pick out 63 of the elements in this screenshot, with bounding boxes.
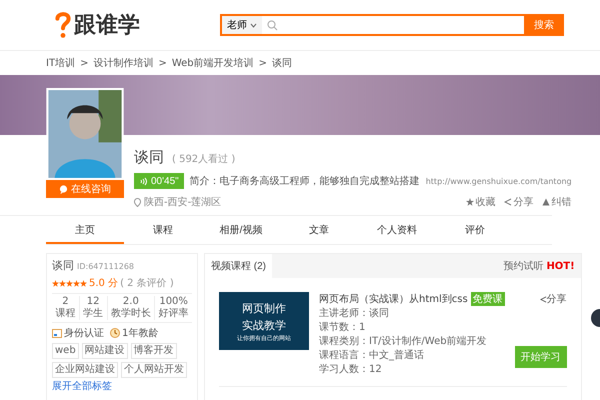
nav-tab[interactable]: 主页 — [46, 218, 124, 244]
id-card-icon — [52, 328, 62, 338]
stat-value: 12 — [86, 296, 100, 308]
breadcrumb-link[interactable]: 设计制作培训 — [93, 56, 154, 70]
clock-icon — [110, 328, 120, 338]
nav-tab[interactable]: 课程 — [124, 218, 202, 244]
course-title[interactable]: 网页布局（实战课）从html到css — [319, 292, 468, 306]
expand-tags-link[interactable]: 展开全部标签 — [52, 381, 192, 393]
nav-tab[interactable]: 文章 — [280, 218, 358, 244]
breadcrumb-separator: > — [158, 58, 167, 68]
action-link[interactable]: 收藏 — [466, 195, 496, 209]
warning-icon — [542, 198, 550, 206]
trial-link[interactable]: 预约试听 HOT! — [503, 259, 581, 273]
tag[interactable]: 博客开发 — [130, 343, 177, 359]
breadcrumb-link[interactable]: IT培训 — [46, 56, 76, 70]
action-link[interactable]: 分享 — [504, 195, 534, 209]
course-detail: 课程语言：中文_普通话 — [319, 350, 425, 362]
badge-label: 1年教龄 — [122, 326, 158, 340]
profile-url[interactable]: http://www.genshuixue.com/tantong — [426, 176, 572, 186]
stat-label: 教学时长 — [110, 308, 151, 320]
profile-name: 谈同 — [134, 148, 164, 167]
stat-label: 学生 — [83, 308, 104, 320]
logo-text: 跟谁学 — [74, 12, 140, 40]
nav-tab[interactable]: 个人资料 — [358, 218, 436, 244]
floating-widget-icon — [590, 308, 600, 328]
breadcrumb-link[interactable]: 谈同 — [272, 56, 292, 70]
tag[interactable]: web — [52, 343, 79, 359]
chat-icon — [59, 184, 68, 194]
stat-label: 好评率 — [158, 308, 189, 320]
stat-label: 课程 — [55, 308, 76, 320]
share-link[interactable]: 分享 — [540, 292, 567, 306]
action-link[interactable]: 纠错 — [542, 195, 572, 209]
intro-text: 简介：电子商务高级工程师，能够独自完成整站搭建 — [190, 174, 420, 188]
tag[interactable]: 网站建设 — [82, 343, 128, 359]
course-detail: 主讲老师：谈同 — [319, 308, 390, 320]
star-icon — [466, 198, 474, 206]
location-text: 陕西-西安-莲湖区 — [144, 196, 222, 209]
free-badge: 免费课 — [470, 292, 505, 306]
location-icon — [134, 198, 141, 206]
badge-label: 身份认证 — [64, 327, 104, 340]
breadcrumb-separator: > — [258, 58, 268, 68]
score-text: 5.0 分 — [89, 277, 118, 290]
course-detail: 课程类别：IT/设计制作/Web前端开发 — [319, 336, 488, 348]
sound-icon — [139, 176, 148, 186]
share-icon — [540, 296, 547, 302]
tag[interactable]: 企业网站建设 — [52, 362, 118, 378]
stat-value: 2.0 — [122, 296, 139, 308]
teacher-id: ID:647111268 — [77, 262, 134, 271]
stat-value: 100% — [159, 296, 188, 308]
panel-tab[interactable]: 视频课程 (2) — [205, 254, 272, 278]
logo-icon — [55, 11, 71, 39]
teacher-name: 谈同 — [52, 258, 74, 273]
course-detail: 学习人数：12 — [319, 364, 383, 376]
nav-tab[interactable]: 评价 — [436, 218, 514, 244]
nav-tab[interactable]: 相册/视频 — [202, 218, 280, 244]
review-count: ( 2 条评价 ) — [120, 277, 174, 290]
breadcrumb-separator: > — [80, 58, 88, 68]
view-count: ( 592人看过 ) — [172, 152, 236, 166]
course-detail: 课节数：1 — [319, 322, 366, 334]
breadcrumb-link[interactable]: Web前端开发培训 — [172, 56, 254, 70]
tag[interactable]: 个人网站开发 — [121, 362, 187, 378]
stat-value: 2 — [62, 296, 69, 308]
share-icon — [504, 198, 512, 206]
